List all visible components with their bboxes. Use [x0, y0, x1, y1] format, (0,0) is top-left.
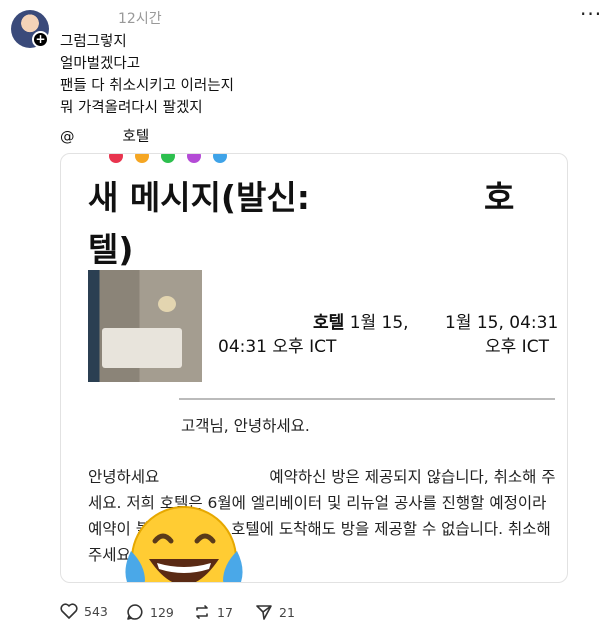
- dot-purple: [187, 154, 201, 163]
- bed-shape: [102, 328, 182, 368]
- hotel-room-photo: [88, 270, 202, 382]
- post-line: 팬들 다 취소시키고 이러는지: [60, 78, 234, 94]
- like-button[interactable]: 543: [60, 603, 108, 619]
- repost-count: 17: [217, 604, 233, 620]
- more-options-icon[interactable]: ···: [580, 2, 602, 26]
- comment-icon: [127, 604, 143, 620]
- post-line: 뭐 가격올려다시 팔겠지: [60, 100, 203, 116]
- sender-line: 호텔 1월 15,: [313, 308, 409, 333]
- repost-icon: [196, 605, 208, 619]
- dot-red: [109, 154, 123, 163]
- like-count: 543: [84, 603, 108, 619]
- mention-hotel: 호텔: [122, 129, 150, 145]
- dot-blue: [213, 154, 227, 163]
- repost-button[interactable]: 17: [193, 603, 233, 621]
- message-title-right: 호: [484, 178, 515, 217]
- comment-button[interactable]: 129: [126, 603, 174, 621]
- message-screenshot-card[interactable]: 새 메시지(발신: 호 텔) 호텔 1월 15, 1월 15, 04:31 04…: [60, 153, 568, 583]
- message-title-line2: 텔): [88, 230, 134, 269]
- post-line: 그럼그렇지: [60, 34, 127, 50]
- mention-prefix: @: [60, 129, 75, 145]
- sender-name: 호텔: [313, 313, 345, 333]
- color-dots: [109, 154, 239, 167]
- lamp-shape: [158, 296, 176, 312]
- post-time: 12시간: [118, 11, 162, 27]
- sender-date: 1월 15,: [349, 313, 409, 333]
- comment-count: 129: [150, 604, 174, 620]
- message-title-line1: 새 메시지(발신:: [88, 178, 310, 217]
- share-button[interactable]: 21: [255, 603, 295, 621]
- heart-icon: [60, 603, 78, 619]
- follow-plus-icon[interactable]: +: [32, 31, 49, 48]
- time-right: 오후 ICT: [485, 337, 549, 357]
- post-line: 얼마벌겠다고: [60, 56, 141, 72]
- post-text: 그럼그렇지 얼마벌겠다고 팬들 다 취소시키고 이러는지 뭐 가격올려다시 팔겠…: [60, 31, 234, 119]
- message-title: 새 메시지(발신: 호 텔): [88, 172, 528, 276]
- laughing-tears-emoji-icon: [125, 506, 243, 582]
- greeting: 고객님, 안녕하세요.: [181, 417, 310, 435]
- share-count: 21: [279, 604, 295, 620]
- divider: [179, 398, 555, 400]
- date-right: 1월 15, 04:31: [445, 313, 559, 333]
- time-left: 04:31 오후 ICT: [218, 337, 337, 357]
- dot-green: [161, 154, 175, 163]
- mention[interactable]: @ 호텔: [60, 125, 149, 146]
- dot-orange: [135, 154, 149, 163]
- send-icon: [256, 605, 272, 620]
- body-start: 안녕하세요: [88, 468, 160, 486]
